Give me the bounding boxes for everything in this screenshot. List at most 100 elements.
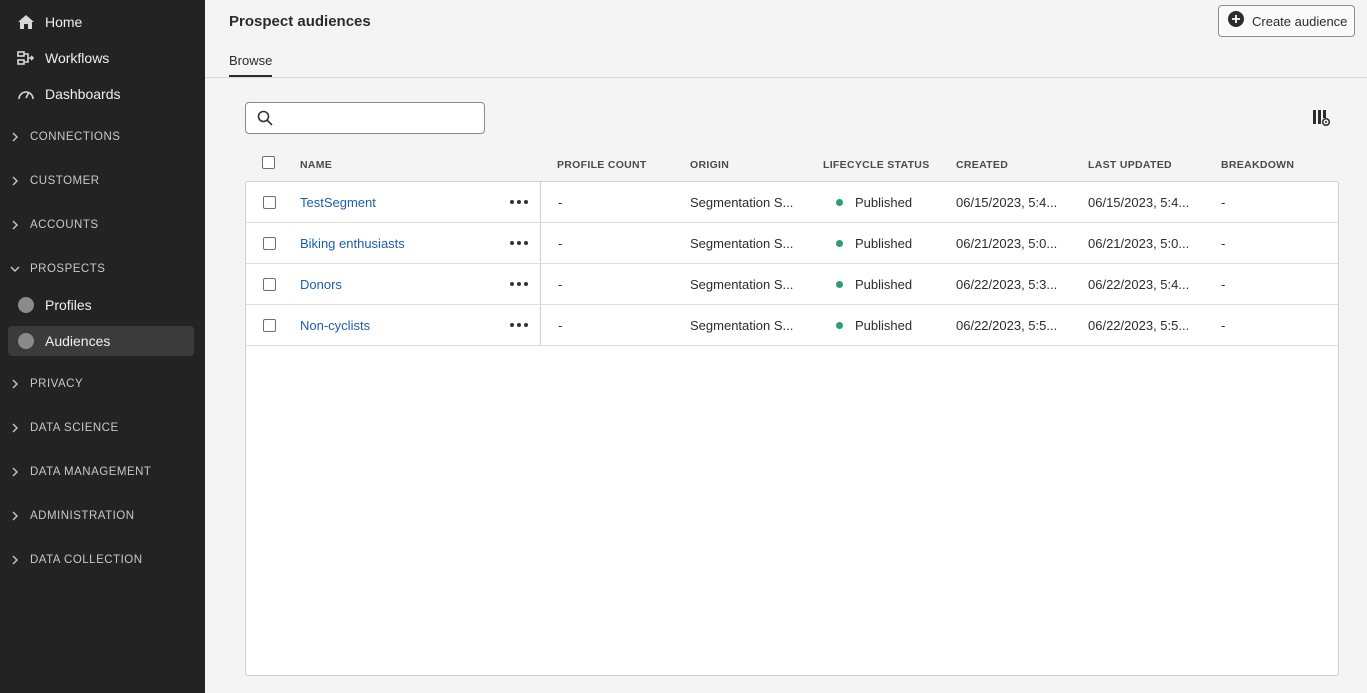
audience-name-link[interactable]: TestSegment (300, 195, 376, 210)
origin-cell: Segmentation S... (690, 318, 794, 333)
status-dot-icon (836, 240, 843, 247)
created-cell: 06/22/2023, 5:5... (956, 318, 1058, 333)
row-checkbox[interactable] (263, 196, 276, 209)
column-last-updated[interactable]: LAST UPDATED (1088, 159, 1172, 171)
origin-cell: Segmentation S... (690, 236, 794, 251)
table-row[interactable]: Biking enthusiasts - Segmentation S... P… (246, 223, 1338, 264)
section-data-collection-label: DATA COLLECTION (30, 554, 143, 566)
audience-name-link[interactable]: Donors (300, 277, 342, 292)
add-circle-icon (1228, 10, 1244, 32)
table-row[interactable]: TestSegment - Segmentation S... Publishe… (246, 182, 1338, 223)
created-cell: 06/22/2023, 5:3... (956, 277, 1058, 292)
chevron-right-icon (8, 220, 22, 230)
search-field[interactable] (245, 102, 485, 134)
section-accounts-label: ACCOUNTS (30, 219, 99, 231)
nav-home[interactable]: Home (8, 7, 194, 37)
row-checkbox[interactable] (263, 319, 276, 332)
nav-profiles-label: Profiles (45, 297, 92, 313)
last-updated-cell: 06/22/2023, 5:4... (1088, 277, 1190, 292)
column-profile-count[interactable]: PROFILE COUNT (557, 159, 647, 171)
chevron-right-icon (8, 467, 22, 477)
search-input[interactable] (282, 107, 477, 129)
status-cell: Published (855, 318, 913, 333)
tab-browse[interactable]: Browse (229, 53, 273, 77)
nav-workflows[interactable]: Workflows (8, 43, 194, 73)
nav-profiles[interactable]: Profiles (8, 290, 194, 320)
nav-dashboards-label: Dashboards (45, 86, 121, 102)
nav-dashboards[interactable]: Dashboards (8, 79, 194, 109)
more-actions-icon[interactable] (510, 276, 528, 292)
section-prospects[interactable]: PROSPECTS (0, 254, 205, 284)
section-data-science[interactable]: DATA SCIENCE (0, 413, 205, 443)
chevron-right-icon (8, 176, 22, 186)
breakdown-cell: - (1221, 318, 1226, 333)
create-audience-button[interactable]: Create audience (1218, 5, 1355, 37)
column-settings-icon[interactable] (1311, 108, 1333, 128)
more-actions-icon[interactable] (510, 194, 528, 210)
profile-count-cell: - (558, 195, 563, 210)
section-customer-label: CUSTOMER (30, 175, 100, 187)
row-checkbox[interactable] (263, 237, 276, 250)
column-created[interactable]: CREATED (956, 159, 1008, 171)
last-updated-cell: 06/15/2023, 5:4... (1088, 195, 1190, 210)
status-cell: Published (855, 236, 913, 251)
search-icon (257, 110, 273, 131)
more-actions-icon[interactable] (510, 235, 528, 251)
audience-name-link[interactable]: Biking enthusiasts (300, 236, 405, 251)
workflow-icon (16, 48, 36, 68)
section-data-science-label: DATA SCIENCE (30, 422, 119, 434)
created-cell: 06/15/2023, 5:4... (956, 195, 1058, 210)
nav-audiences-label: Audiences (45, 333, 111, 349)
section-accounts[interactable]: ACCOUNTS (0, 210, 205, 240)
table-row[interactable]: Non-cyclists - Segmentation S... Publish… (246, 305, 1338, 346)
last-updated-cell: 06/22/2023, 5:5... (1088, 318, 1190, 333)
status-dot-icon (836, 281, 843, 288)
tab-divider (205, 77, 1367, 78)
table-row[interactable]: Donors - Segmentation S... Published 06/… (246, 264, 1338, 305)
origin-cell: Segmentation S... (690, 277, 794, 292)
profile-count-cell: - (558, 318, 563, 333)
created-cell: 06/21/2023, 5:0... (956, 236, 1058, 251)
chevron-right-icon (8, 379, 22, 389)
audiences-icon (16, 331, 36, 351)
section-customer[interactable]: CUSTOMER (0, 166, 205, 196)
origin-cell: Segmentation S... (690, 195, 794, 210)
section-prospects-label: PROSPECTS (30, 263, 106, 275)
audience-name-link[interactable]: Non-cyclists (300, 318, 370, 333)
section-connections[interactable]: CONNECTIONS (0, 122, 205, 152)
section-connections-label: CONNECTIONS (30, 131, 121, 143)
breakdown-cell: - (1221, 195, 1226, 210)
section-administration-label: ADMINISTRATION (30, 510, 135, 522)
section-data-collection[interactable]: DATA COLLECTION (0, 545, 205, 575)
status-dot-icon (836, 199, 843, 206)
section-privacy-label: PRIVACY (30, 378, 84, 390)
chevron-right-icon (8, 132, 22, 142)
column-name[interactable]: NAME (300, 159, 332, 171)
column-breakdown[interactable]: BREAKDOWN (1221, 159, 1294, 171)
audience-table: TestSegment - Segmentation S... Publishe… (245, 181, 1339, 676)
profile-count-cell: - (558, 277, 563, 292)
profile-count-cell: - (558, 236, 563, 251)
chevron-down-icon (8, 265, 22, 273)
home-icon (16, 12, 36, 32)
section-data-management[interactable]: DATA MANAGEMENT (0, 457, 205, 487)
select-all-checkbox[interactable] (262, 156, 275, 169)
dashboard-icon (16, 84, 36, 104)
chevron-right-icon (8, 555, 22, 565)
chevron-right-icon (8, 511, 22, 521)
sidebar: Home Workflows Dashboards CONNECTIONS CU… (0, 0, 205, 693)
status-cell: Published (855, 277, 913, 292)
table-header: NAME PROFILE COUNT ORIGIN LIFECYCLE STAT… (245, 150, 1339, 180)
section-privacy[interactable]: PRIVACY (0, 369, 205, 399)
column-origin[interactable]: ORIGIN (690, 159, 729, 171)
nav-audiences[interactable]: Audiences (8, 326, 194, 356)
column-lifecycle-status[interactable]: LIFECYCLE STATUS (823, 159, 930, 171)
section-administration[interactable]: ADMINISTRATION (0, 501, 205, 531)
row-checkbox[interactable] (263, 278, 276, 291)
section-data-management-label: DATA MANAGEMENT (30, 466, 152, 478)
more-actions-icon[interactable] (510, 317, 528, 333)
breakdown-cell: - (1221, 236, 1226, 251)
breakdown-cell: - (1221, 277, 1226, 292)
last-updated-cell: 06/21/2023, 5:0... (1088, 236, 1190, 251)
status-dot-icon (836, 322, 843, 329)
